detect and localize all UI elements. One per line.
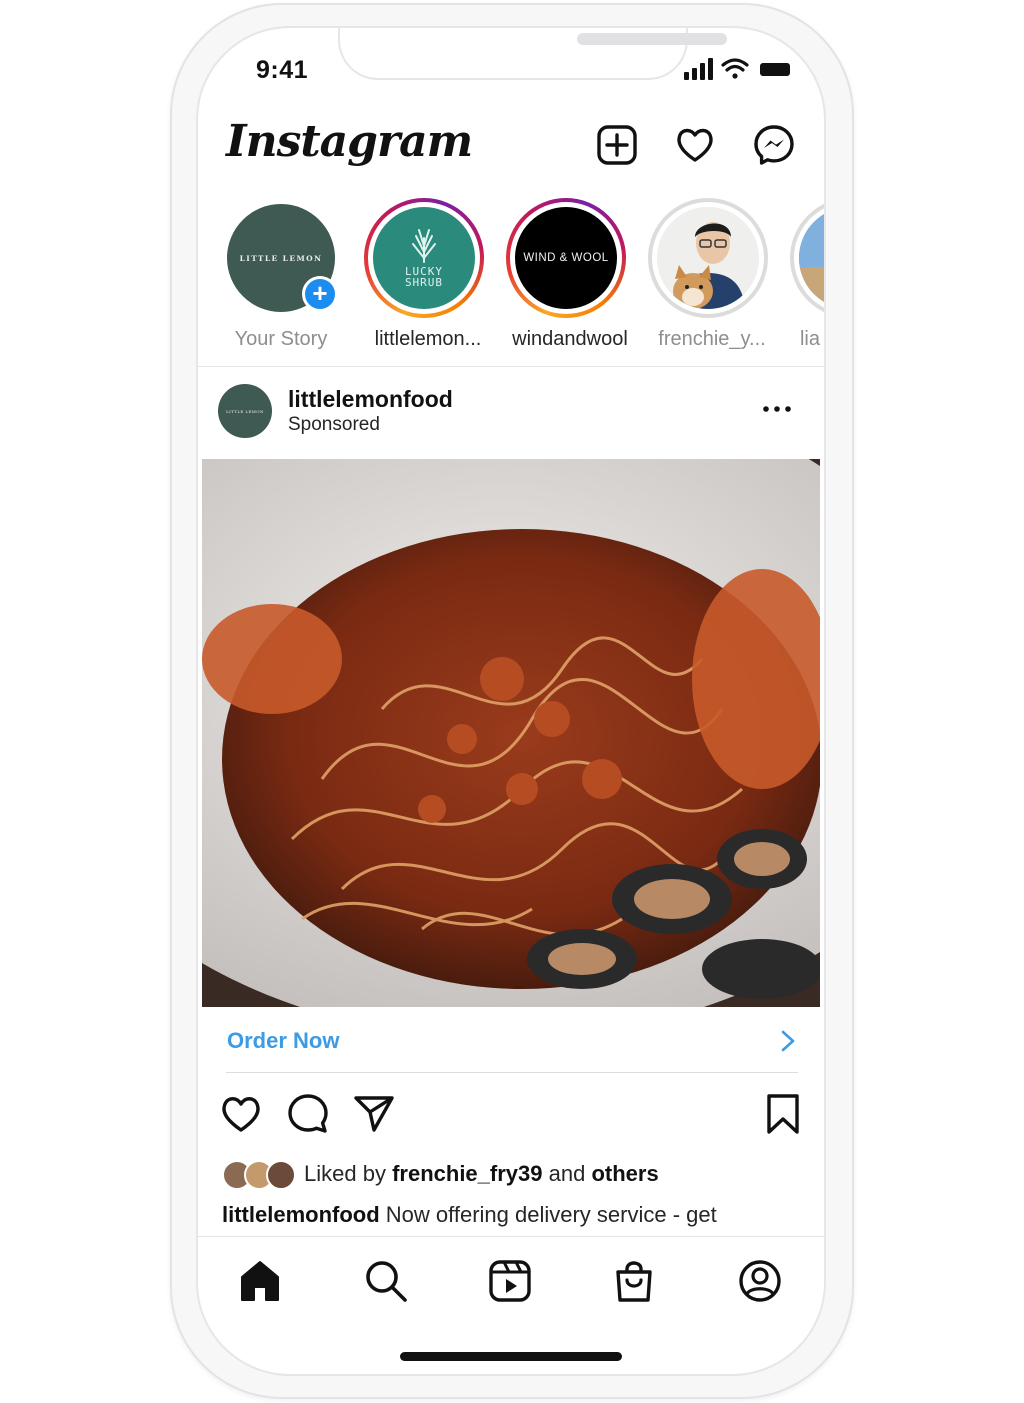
story-label: littlelemon... xyxy=(374,328,482,350)
liker-avatars xyxy=(222,1160,296,1190)
bookmark-icon[interactable] xyxy=(761,1092,805,1136)
shop-bag-icon[interactable] xyxy=(610,1257,658,1305)
more-options-icon[interactable] xyxy=(760,400,794,418)
post-actions xyxy=(198,1092,824,1142)
post-image[interactable] xyxy=(202,459,820,1007)
likes-row: Liked by frenchie_fry39 and others xyxy=(222,1158,802,1194)
person-with-dog-photo xyxy=(657,207,759,309)
bottom-tab-bar xyxy=(198,1236,824,1337)
stories-tray[interactable]: LITTLE LEMON + Your Story LUCKY SHRUB li… xyxy=(198,198,824,367)
likes-text: Liked by frenchie_fry39 and others xyxy=(304,1161,659,1186)
add-story-plus-icon[interactable]: + xyxy=(302,276,338,312)
notch xyxy=(338,28,727,80)
like-heart-icon[interactable] xyxy=(219,1092,263,1136)
search-icon[interactable] xyxy=(362,1257,410,1305)
post-header: LITTLE LEMON littlelemonfood Sponsored xyxy=(198,368,824,460)
liker-username[interactable]: frenchie_fry39 xyxy=(392,1161,542,1186)
comment-icon[interactable] xyxy=(286,1092,330,1136)
home-indicator[interactable] xyxy=(400,1352,622,1361)
wifi-icon xyxy=(721,58,749,79)
avatar: WIND & WOOL xyxy=(515,207,617,309)
status-time: 9:41 xyxy=(256,56,309,84)
order-now-button[interactable]: Order Now xyxy=(227,1028,339,1054)
little-lemon-logo: LITTLE LEMON xyxy=(239,253,323,263)
post-username[interactable]: littlelemonfood xyxy=(288,386,453,413)
chevron-right-icon[interactable] xyxy=(780,1030,796,1052)
status-icons xyxy=(684,58,790,80)
instagram-logo[interactable]: Instagram xyxy=(226,116,473,167)
home-icon[interactable] xyxy=(236,1257,284,1305)
cellular-signal-icon xyxy=(684,58,713,80)
spaghetti-seafood-photo xyxy=(202,459,820,1007)
lucky-shrub-plant-icon xyxy=(412,229,436,263)
phone-screen: 9:41 Instagram LITTLE LEMON + Your Story… xyxy=(198,28,824,1374)
story-label: lia xyxy=(799,328,820,350)
post-avatar[interactable]: LITTLE LEMON xyxy=(218,384,272,438)
caption-text: Now offering delivery service - get xyxy=(385,1202,717,1227)
heart-icon[interactable] xyxy=(674,124,716,166)
share-icon[interactable] xyxy=(352,1092,396,1136)
avatar: LUCKY SHRUB xyxy=(373,207,475,309)
divider xyxy=(226,1072,798,1073)
battery-icon xyxy=(760,63,790,76)
avatar xyxy=(657,207,759,309)
new-post-icon[interactable] xyxy=(596,124,638,166)
wind-and-wool-logo: WIND & WOOL xyxy=(523,252,609,264)
avatar xyxy=(266,1160,296,1190)
post-caption: littlelemonfood Now offering delivery se… xyxy=(222,1202,802,1228)
speaker xyxy=(577,33,727,45)
post-sponsored-label: Sponsored xyxy=(288,414,380,435)
story-label: Your Story xyxy=(234,328,328,350)
order-now-bar[interactable]: Order Now xyxy=(202,1008,820,1073)
profile-icon[interactable] xyxy=(736,1257,784,1305)
messenger-icon[interactable] xyxy=(753,124,795,166)
likes-others[interactable]: others xyxy=(591,1161,658,1186)
caption-username[interactable]: littlelemonfood xyxy=(222,1202,380,1227)
reels-icon[interactable] xyxy=(486,1257,534,1305)
story-label: windandwool xyxy=(512,328,628,350)
app-header: Instagram xyxy=(198,108,824,188)
